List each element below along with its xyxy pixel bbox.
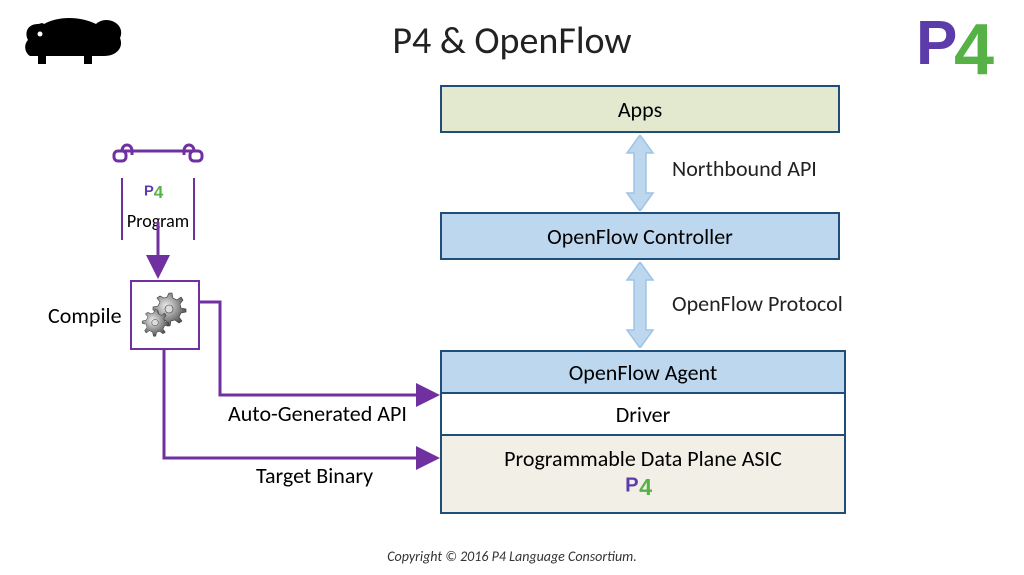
slide-title: P4 & OpenFlow [0, 18, 1024, 64]
gear-icon [138, 286, 192, 345]
program-label: Program [127, 210, 189, 232]
p4-letter-4: 4 [639, 474, 652, 500]
arrow-auto-generated-api [200, 302, 437, 395]
box-openflow-agent: OpenFlow Agent [440, 350, 846, 392]
p4-program-scroll: P 4 Program [108, 139, 208, 240]
box-openflow-controller: OpenFlow Controller [440, 212, 840, 260]
p4-letter-4: 4 [154, 183, 164, 202]
box-apps: Apps [440, 85, 840, 133]
p4-logo-small-asic: P 4 [623, 473, 663, 501]
arrow-openflow-protocol [625, 262, 655, 348]
label-northbound-api: Northbound API [672, 155, 817, 182]
target-binary-label: Target Binary [256, 462, 373, 489]
box-agent-label: OpenFlow Agent [569, 359, 718, 386]
box-asic-label: Programmable Data Plane ASIC [504, 447, 782, 471]
box-asic: Programmable Data Plane ASIC P 4 [440, 434, 846, 514]
copyright-text: Copyright © 2016 P4 Language Consortium. [0, 548, 1024, 565]
label-openflow-protocol: OpenFlow Protocol [672, 290, 843, 317]
box-apps-label: Apps [618, 96, 662, 123]
p4-letter-p: P [144, 183, 154, 199]
box-driver: Driver [440, 392, 846, 434]
p4-letter-p: P [625, 475, 639, 497]
compiler-box [130, 280, 200, 350]
box-controller-label: OpenFlow Controller [547, 223, 733, 250]
auto-generated-api-label: Auto-Generated API [228, 400, 407, 427]
p4-logo-small-program: P 4 [138, 182, 178, 210]
arrow-northbound [625, 135, 655, 211]
box-driver-label: Driver [616, 401, 671, 428]
compile-label: Compile [48, 302, 122, 329]
